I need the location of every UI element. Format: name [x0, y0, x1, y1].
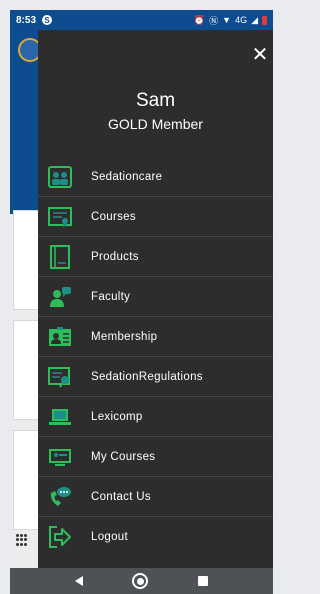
network-label: 4G	[235, 15, 248, 25]
menu-label: Lexicomp	[91, 410, 143, 423]
system-nav-bar	[10, 568, 273, 594]
close-icon[interactable]: ✕	[251, 45, 269, 65]
wifi-icon: ▼	[222, 15, 232, 25]
menu-item-faculty[interactable]: Faculty	[38, 277, 273, 317]
recent-apps-icon[interactable]	[198, 576, 209, 586]
status-time: 8:53	[16, 14, 37, 26]
menu-label: My Courses	[91, 450, 156, 463]
monitor-user-icon	[47, 445, 73, 469]
user-profile: Sam GOLD Member	[38, 90, 273, 132]
laptop-icon	[47, 405, 73, 429]
phone-chat-icon	[47, 485, 73, 509]
back-icon[interactable]	[74, 576, 83, 586]
menu-item-contact-us[interactable]: Contact Us	[38, 477, 273, 517]
apps-grid-icon[interactable]	[16, 534, 28, 546]
menu-label: Contact Us	[91, 490, 151, 503]
menu-label: SedationRegulations	[91, 370, 203, 383]
menu-label: Membership	[91, 330, 158, 343]
membership-tier: GOLD Member	[108, 116, 203, 132]
menu-item-lexicomp[interactable]: Lexicomp	[38, 397, 273, 437]
menu-label: Courses	[91, 210, 136, 223]
regulations-icon	[47, 365, 73, 389]
menu-label: Logout	[91, 531, 128, 543]
status-bar: 8:53 S ⏰ Ⓝ ▼ 4G ◢	[10, 10, 273, 30]
menu-label: Products	[91, 250, 139, 263]
book-icon	[47, 244, 73, 269]
menu-item-my-courses[interactable]: My Courses	[38, 437, 273, 477]
user-name: Sam	[135, 90, 176, 111]
status-icons: ⏰ Ⓝ ▼ 4G ◢	[194, 14, 267, 27]
nfc-icon: Ⓝ	[209, 15, 219, 26]
id-card-icon	[47, 325, 73, 349]
faculty-icon	[47, 285, 73, 309]
people-icon	[47, 165, 73, 189]
navigation-drawer: ✕ Sam GOLD Member Sedationcare Courses P…	[38, 30, 273, 568]
menu-item-sedationcare[interactable]: Sedationcare	[38, 157, 273, 197]
home-icon[interactable]	[132, 573, 149, 589]
app-notification-icon: S	[42, 15, 53, 25]
menu-label: Sedationcare	[91, 170, 163, 183]
certificate-icon	[47, 205, 73, 229]
menu-item-courses[interactable]: Courses	[38, 197, 273, 237]
signal-icon: ◢	[251, 14, 258, 25]
menu-item-logout[interactable]: Logout	[38, 517, 273, 557]
menu-item-products[interactable]: Products	[38, 237, 273, 277]
menu-item-membership[interactable]: Membership	[38, 317, 273, 357]
menu-label: Faculty	[91, 290, 131, 303]
menu-item-sedation-regulations[interactable]: SedationRegulations	[38, 357, 273, 397]
battery-icon	[262, 15, 267, 25]
logout-icon	[47, 525, 73, 549]
alarm-icon: ⏰	[193, 14, 206, 25]
drawer-menu: Sedationcare Courses Products Faculty Me…	[38, 157, 273, 557]
